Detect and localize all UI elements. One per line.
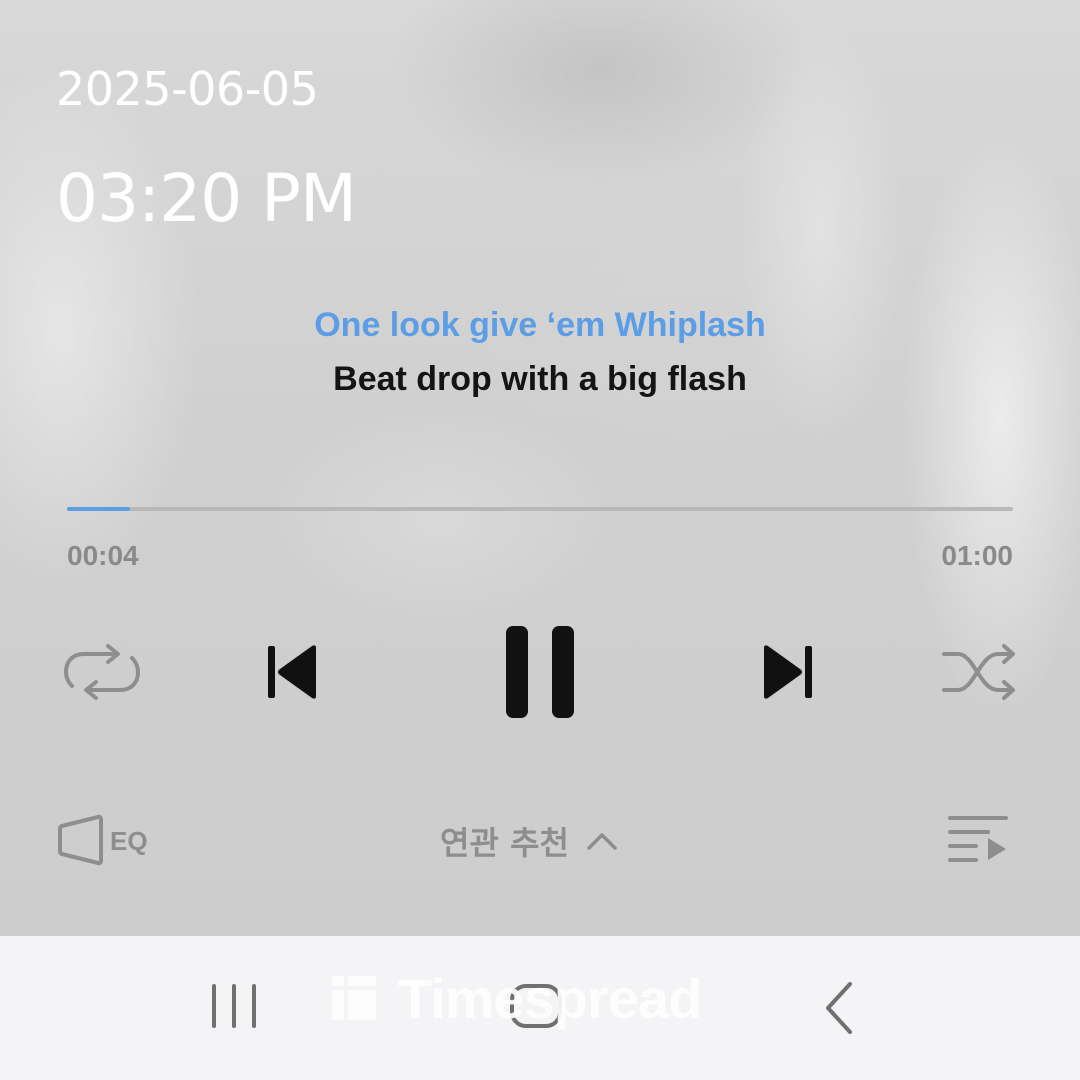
lyric-current-line[interactable]: One look give ‘em Whiplash: [0, 306, 1080, 345]
back-button[interactable]: [820, 980, 860, 1036]
playlist-icon: [948, 816, 1008, 862]
back-icon: [826, 982, 852, 1034]
total-duration: 01:00: [941, 540, 1013, 571]
clock-text: 03:20 PM: [56, 160, 357, 237]
repeat-button[interactable]: [60, 640, 144, 704]
watermark-logo-icon: [332, 976, 376, 1020]
watermark-text: Timespread: [398, 966, 702, 1030]
recent-apps-icon: [212, 984, 256, 1028]
system-navigation-bar: Timespread: [0, 936, 1080, 1080]
previous-button[interactable]: [264, 642, 320, 702]
eq-label[interactable]: EQ: [110, 826, 148, 857]
next-button[interactable]: [760, 642, 816, 702]
progress-bar-fill: [67, 507, 131, 511]
skip-previous-icon: [268, 645, 316, 699]
skip-next-icon: [764, 645, 812, 699]
related-recommendations-label: 연관 추천: [440, 824, 569, 862]
pause-button[interactable]: [500, 624, 580, 720]
recent-apps-button[interactable]: [208, 982, 260, 1030]
eq-button[interactable]: [58, 814, 104, 870]
date-text: 2025-06-05: [56, 62, 319, 116]
repeat-icon: [64, 644, 140, 700]
lyric-next-line[interactable]: Beat drop with a big flash: [0, 360, 1080, 399]
shuffle-icon: [942, 644, 1015, 700]
shuffle-button[interactable]: [940, 640, 1020, 704]
speaker-icon: [58, 814, 103, 866]
elapsed-time: 00:04: [67, 540, 139, 571]
pause-icon: [506, 626, 574, 718]
progress-bar[interactable]: [67, 507, 1013, 511]
chevron-up-icon: [587, 833, 617, 850]
related-recommendations-button[interactable]: 연관 추천: [440, 818, 650, 864]
watermark: Timespread: [330, 966, 702, 1030]
playlist-button[interactable]: [946, 814, 1010, 870]
player-screen: 2025-06-05 03:20 PM One look give ‘em Wh…: [0, 0, 1080, 936]
